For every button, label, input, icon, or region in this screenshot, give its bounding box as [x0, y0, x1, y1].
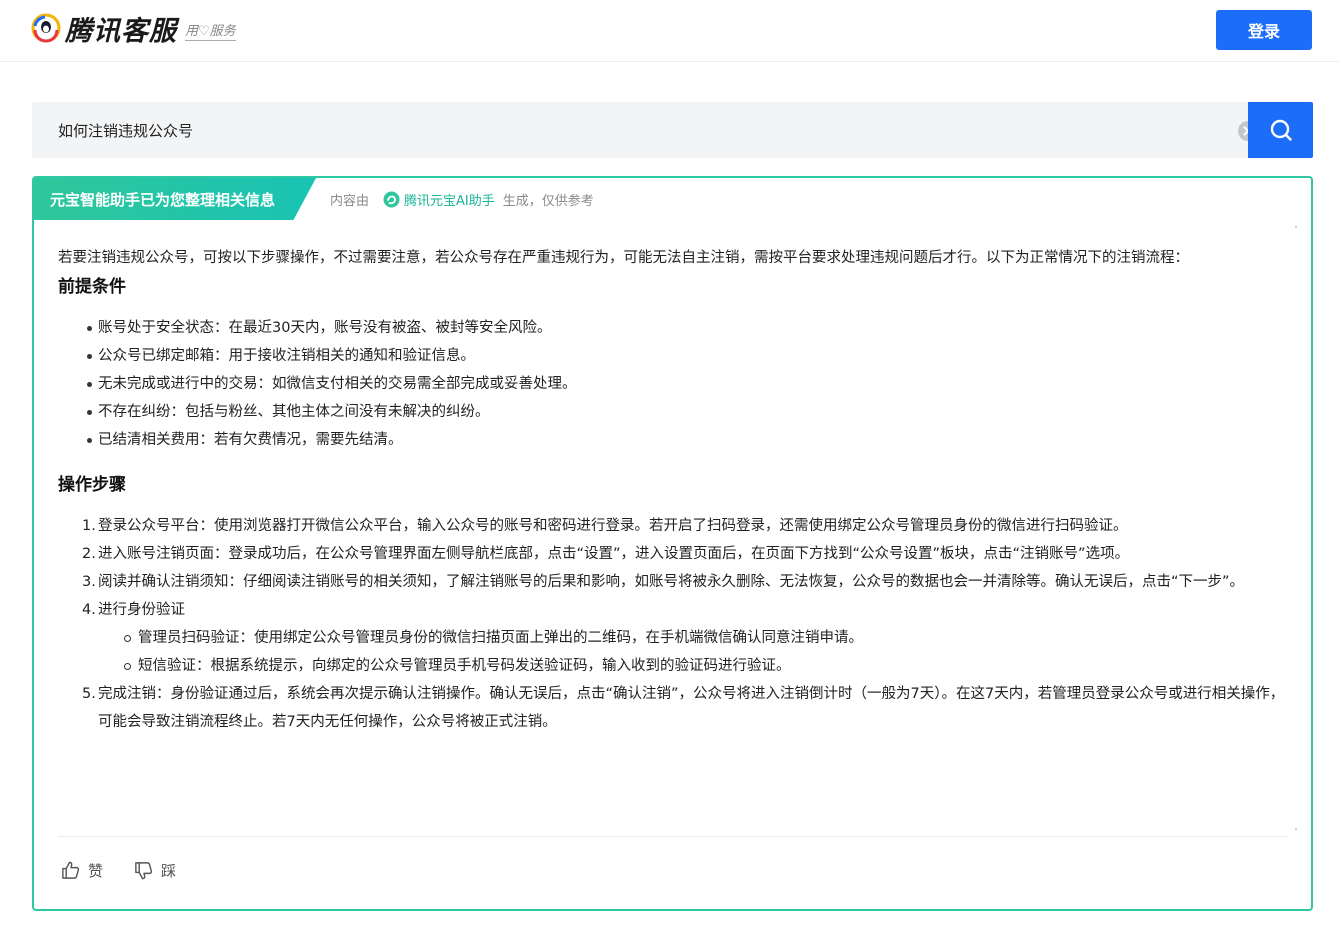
meta-suffix: 生成，仅供参考 — [502, 194, 594, 209]
search-input[interactable] — [32, 102, 1202, 158]
ai-card-tab-title: 元宝智能助手已为您整理相关信息 — [34, 178, 316, 220]
step-text: 进入账号注销页面：登录成功后，在公众号管理界面左侧导航栏底部，点击“设置”，进入… — [98, 546, 1130, 562]
like-label: 赞 — [88, 862, 104, 880]
ai-answer-content: 若要注销违规公众号，可按以下步骤操作，不过需要注意，若公众号存在严重违规行为，可… — [58, 244, 1288, 736]
list-item: 无未完成或进行中的交易：如微信支付相关的交易需全部完成或妥善处理。 — [58, 370, 1288, 398]
step-text: 登录公众号平台：使用浏览器打开微信公众平台，输入公众号的账号和密码进行登录。若开… — [98, 518, 1128, 534]
steps-list: 1. 登录公众号平台：使用浏览器打开微信公众平台，输入公众号的账号和密码进行登录… — [58, 512, 1288, 736]
dislike-label: 踩 — [161, 862, 177, 880]
list-item: 2. 进入账号注销页面：登录成功后，在公众号管理界面左侧导航栏底部，点击“设置”… — [58, 540, 1288, 568]
list-item: 公众号已绑定邮箱：用于接收注销相关的通知和验证信息。 — [58, 342, 1288, 370]
tencent-service-logo[interactable]: 腾讯客服 用♡服务 — [31, 10, 236, 47]
step-number: 1. — [82, 518, 96, 534]
list-item: 1. 登录公众号平台：使用浏览器打开微信公众平台，输入公众号的账号和密码进行登录… — [58, 512, 1288, 540]
list-item: 5. 完成注销：身份验证通过后，系统会再次提示确认注销操作。确认无误后，点击“确… — [58, 680, 1288, 736]
step-text: 进行身份验证 — [98, 602, 185, 618]
scrollbar-top-marker — [1295, 226, 1297, 228]
intro-paragraph: 若要注销违规公众号，可按以下步骤操作，不过需要注意，若公众号存在严重违规行为，可… — [58, 250, 1189, 266]
tencent-penguin-logo-icon — [31, 13, 61, 43]
feedback-bar: 赞 踩 — [60, 860, 206, 881]
search-button[interactable] — [1248, 102, 1313, 158]
list-item: 4. 进行身份验证 管理员扫码验证：使用绑定公众号管理员身份的微信扫描页面上弹出… — [58, 596, 1288, 680]
thumbs-down-icon — [135, 862, 153, 880]
scrollbar-bottom-marker — [1295, 828, 1297, 830]
like-button[interactable]: 赞 — [60, 860, 103, 881]
ai-answer-card: 元宝智能助手已为您整理相关信息 内容由 腾讯元宝AI助手 生成，仅供参考 若要注… — [32, 176, 1313, 911]
list-item: 账号处于安全状态：在最近30天内，账号没有被盗、被封等安全风险。 — [58, 314, 1288, 342]
thumbs-up-icon — [62, 861, 80, 879]
verification-sub-list: 管理员扫码验证：使用绑定公众号管理员身份的微信扫描页面上弹出的二维码，在手机端微… — [98, 624, 1288, 680]
login-button[interactable]: 登录 — [1216, 10, 1312, 50]
yuanbao-logo-icon — [383, 191, 400, 208]
meta-brand-link[interactable]: 腾讯元宝AI助手 — [404, 190, 495, 209]
ai-source-note: 内容由 腾讯元宝AI助手 生成，仅供参考 — [330, 190, 594, 209]
list-item: 3. 阅读并确认注销须知：仔细阅读注销账号的相关须知，了解注销账号的后果和影响，… — [58, 568, 1288, 596]
section-title-prerequisites: 前提条件 — [58, 277, 126, 297]
step-number: 5. — [82, 686, 96, 702]
list-item: 短信验证：根据系统提示，向绑定的公众号管理员手机号码发送验证码，输入收到的验证码… — [58, 652, 1288, 680]
section-title-steps: 操作步骤 — [58, 475, 126, 495]
list-item: 不存在纠纷：包括与粉丝、其他主体之间没有未解决的纠纷。 — [58, 398, 1288, 426]
prerequisites-list: 账号处于安全状态：在最近30天内，账号没有被盗、被封等安全风险。 公众号已绑定邮… — [58, 314, 1288, 454]
search-bar — [32, 102, 1313, 158]
step-number: 2. — [82, 546, 96, 562]
step-number: 3. — [82, 574, 96, 590]
card-divider — [58, 836, 1288, 837]
meta-prefix: 内容由 — [330, 194, 370, 209]
dislike-button[interactable]: 踩 — [133, 860, 176, 881]
step-text: 阅读并确认注销须知：仔细阅读注销账号的相关须知，了解注销账号的后果和影响，如账号… — [98, 574, 1245, 590]
brand-slogan: 用♡服务 — [185, 20, 236, 41]
step-number: 4. — [82, 602, 96, 618]
search-icon — [1270, 119, 1292, 141]
list-item: 已结清相关费用：若有欠费情况，需要先结清。 — [58, 426, 1288, 454]
top-header: 腾讯客服 用♡服务 登录 — [0, 0, 1339, 62]
brand-name: 腾讯客服 — [65, 15, 177, 47]
list-item: 管理员扫码验证：使用绑定公众号管理员身份的微信扫描页面上弹出的二维码，在手机端微… — [58, 624, 1288, 652]
step-text: 完成注销：身份验证通过后，系统会再次提示确认注销操作。确认无误后，点击“确认注销… — [98, 686, 1285, 730]
